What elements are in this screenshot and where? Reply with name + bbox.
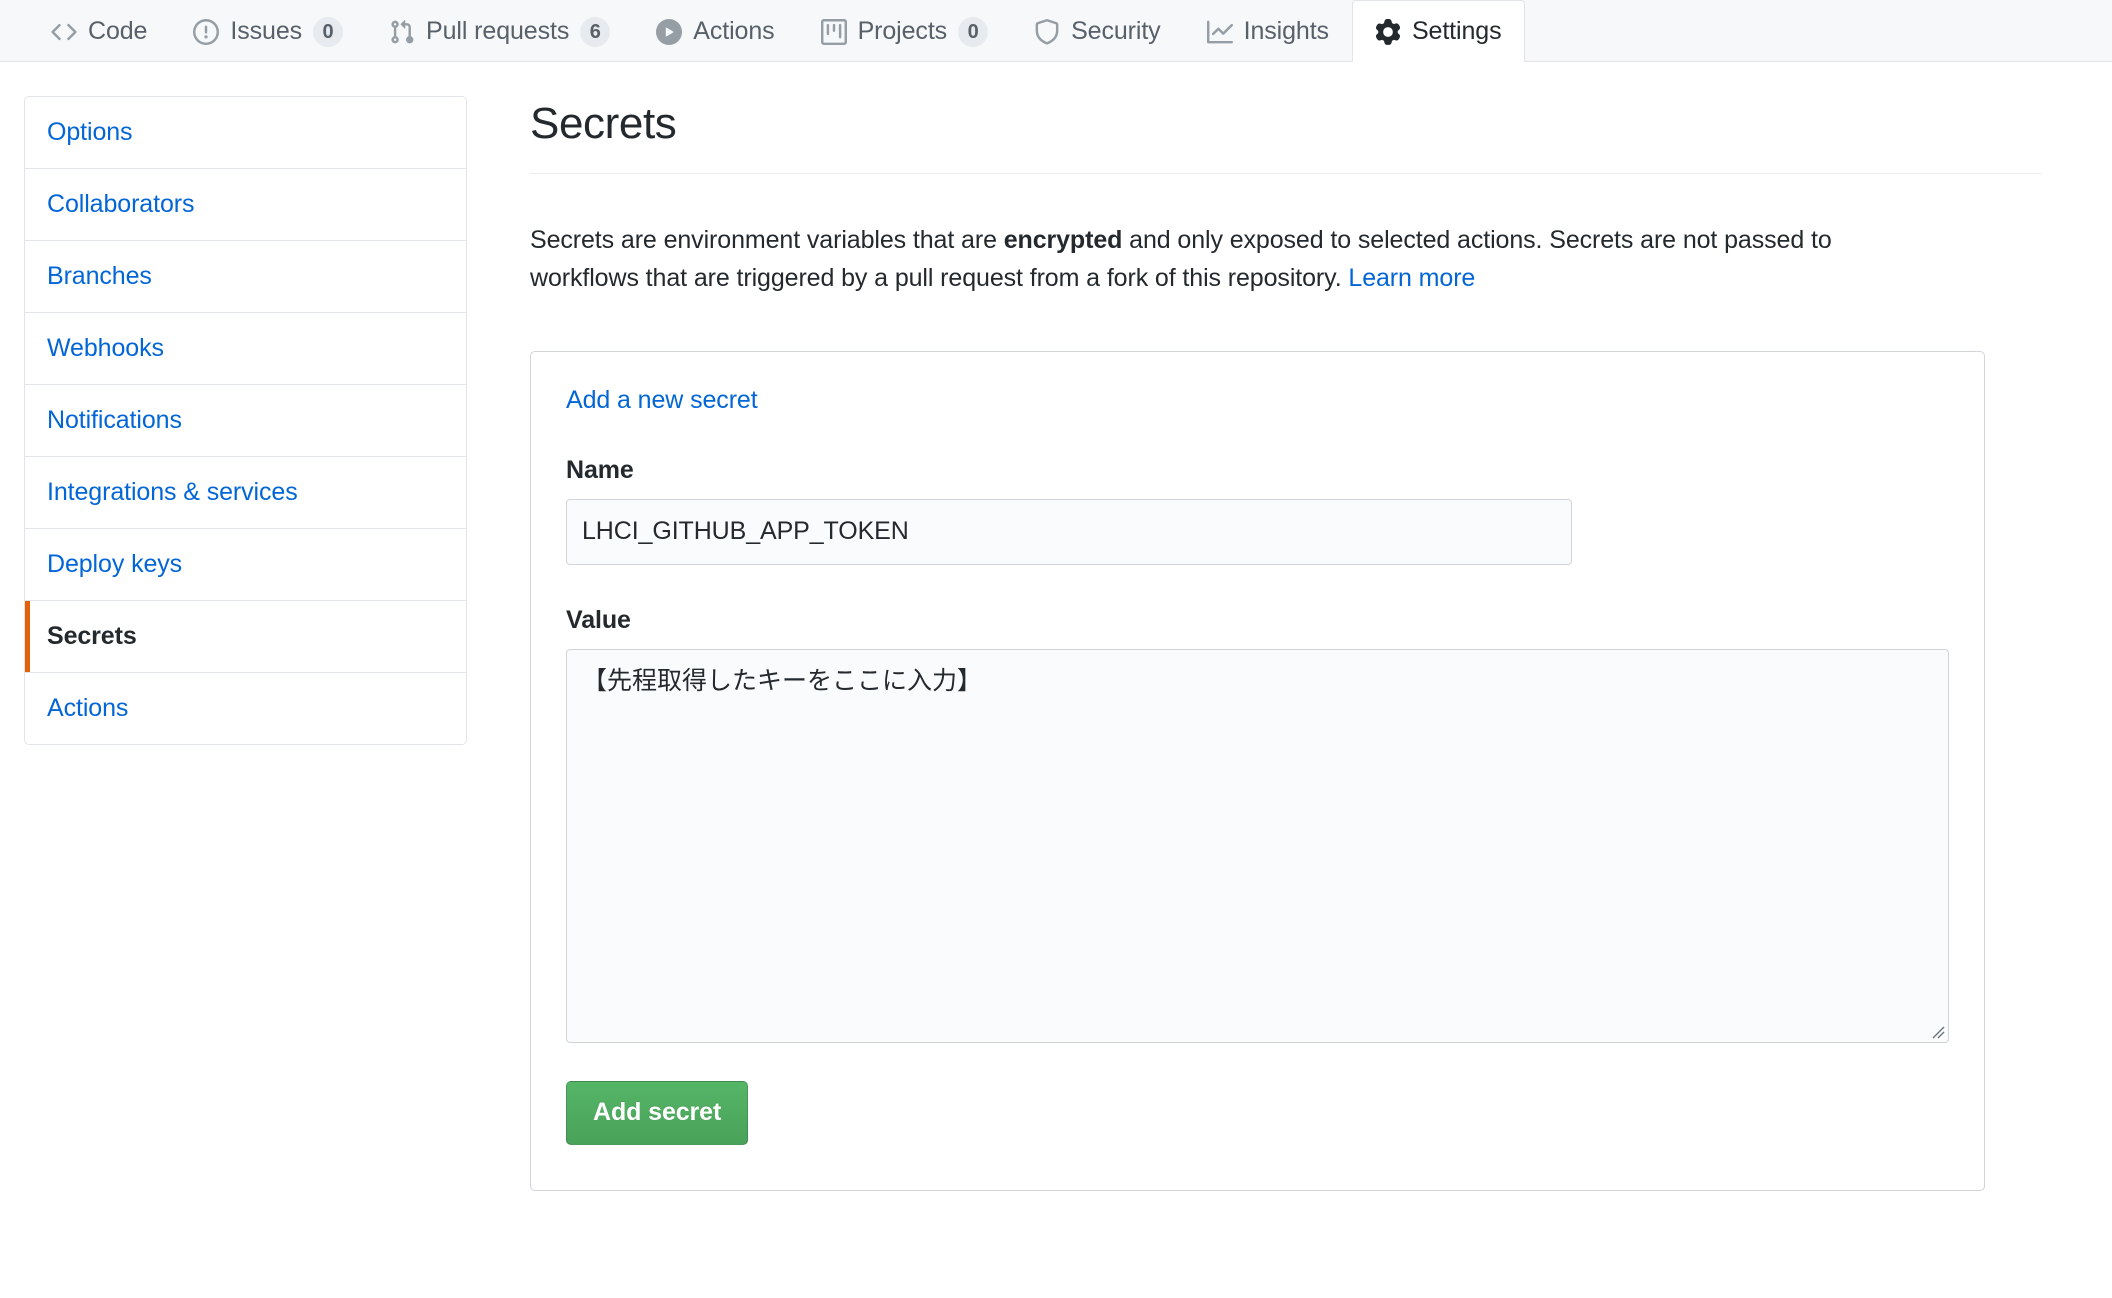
sidebar-item-integrations-and-services[interactable]: Integrations & services <box>25 457 466 529</box>
secret-value-textarea[interactable]: 【先程取得したキーをここに入力】 <box>566 648 1949 1043</box>
tab-label: Pull requests <box>426 17 570 45</box>
gear-icon <box>1375 18 1401 45</box>
tab-label: Code <box>88 17 148 45</box>
tab-projects[interactable]: Projects 0 <box>798 0 1012 62</box>
page-title: Secrets <box>530 99 2042 174</box>
name-label: Name <box>566 455 634 484</box>
learn-more-link[interactable]: Learn more <box>1348 264 1475 292</box>
graph-icon <box>1206 19 1233 45</box>
tab-label: Projects <box>857 17 948 45</box>
sidebar-item-secrets[interactable]: Secrets <box>25 601 466 673</box>
secrets-description: Secrets are environment variables that a… <box>530 221 1930 298</box>
value-label: Value <box>566 605 631 634</box>
add-secret-button[interactable]: Add secret <box>566 1080 749 1145</box>
tab-actions[interactable]: Actions <box>633 0 797 62</box>
description-part-1: Secrets are environment variables that a… <box>530 226 1004 254</box>
pull-requests-count-badge: 6 <box>580 16 611 47</box>
issues-count-badge: 0 <box>313 16 344 47</box>
tab-code[interactable]: Code <box>28 0 170 62</box>
tab-label: Settings <box>1411 17 1502 45</box>
settings-page: Options Collaborators Branches Webhooks … <box>0 62 2112 1191</box>
tab-insights[interactable]: Insights <box>1184 0 1352 62</box>
sidebar-item-webhooks[interactable]: Webhooks <box>25 313 466 385</box>
description-emphasis: encrypted <box>1003 226 1123 254</box>
tab-settings[interactable]: Settings <box>1351 0 1525 62</box>
sidebar-item-deploy-keys[interactable]: Deploy keys <box>25 529 466 601</box>
tab-issues[interactable]: Issues 0 <box>170 0 366 62</box>
git-pull-request-icon <box>389 19 415 45</box>
tab-label: Actions <box>693 17 775 45</box>
settings-sidebar: Options Collaborators Branches Webhooks … <box>24 96 467 745</box>
code-icon <box>51 19 77 45</box>
repository-tab-nav: Code Issues 0 Pull requests 6 Actions Pr… <box>0 0 2112 62</box>
tab-pull-requests[interactable]: Pull requests 6 <box>366 0 633 62</box>
issue-opened-icon <box>193 18 220 45</box>
tab-label: Security <box>1071 17 1161 45</box>
tab-security[interactable]: Security <box>1011 0 1184 62</box>
secrets-main-content: Secrets Secrets are environment variable… <box>530 96 2042 1191</box>
sidebar-item-notifications[interactable]: Notifications <box>25 385 466 457</box>
tab-label: Insights <box>1243 17 1329 45</box>
sidebar-item-collaborators[interactable]: Collaborators <box>25 169 466 241</box>
add-a-new-secret-link[interactable]: Add a new secret <box>566 386 758 415</box>
project-icon <box>820 18 847 45</box>
secret-value-field-wrapper: 【先程取得したキーをここに入力】 <box>566 648 1949 1043</box>
secret-name-input[interactable] <box>566 498 1572 565</box>
sidebar-item-actions[interactable]: Actions <box>25 673 466 744</box>
projects-count-badge: 0 <box>958 16 989 47</box>
play-icon <box>656 18 683 45</box>
shield-icon <box>1034 18 1060 45</box>
sidebar-item-branches[interactable]: Branches <box>25 241 466 313</box>
tab-label: Issues <box>230 17 303 45</box>
sidebar-item-options[interactable]: Options <box>25 97 466 169</box>
add-secret-panel: Add a new secret Name Value 【先程取得したキーをここ… <box>530 350 1985 1191</box>
